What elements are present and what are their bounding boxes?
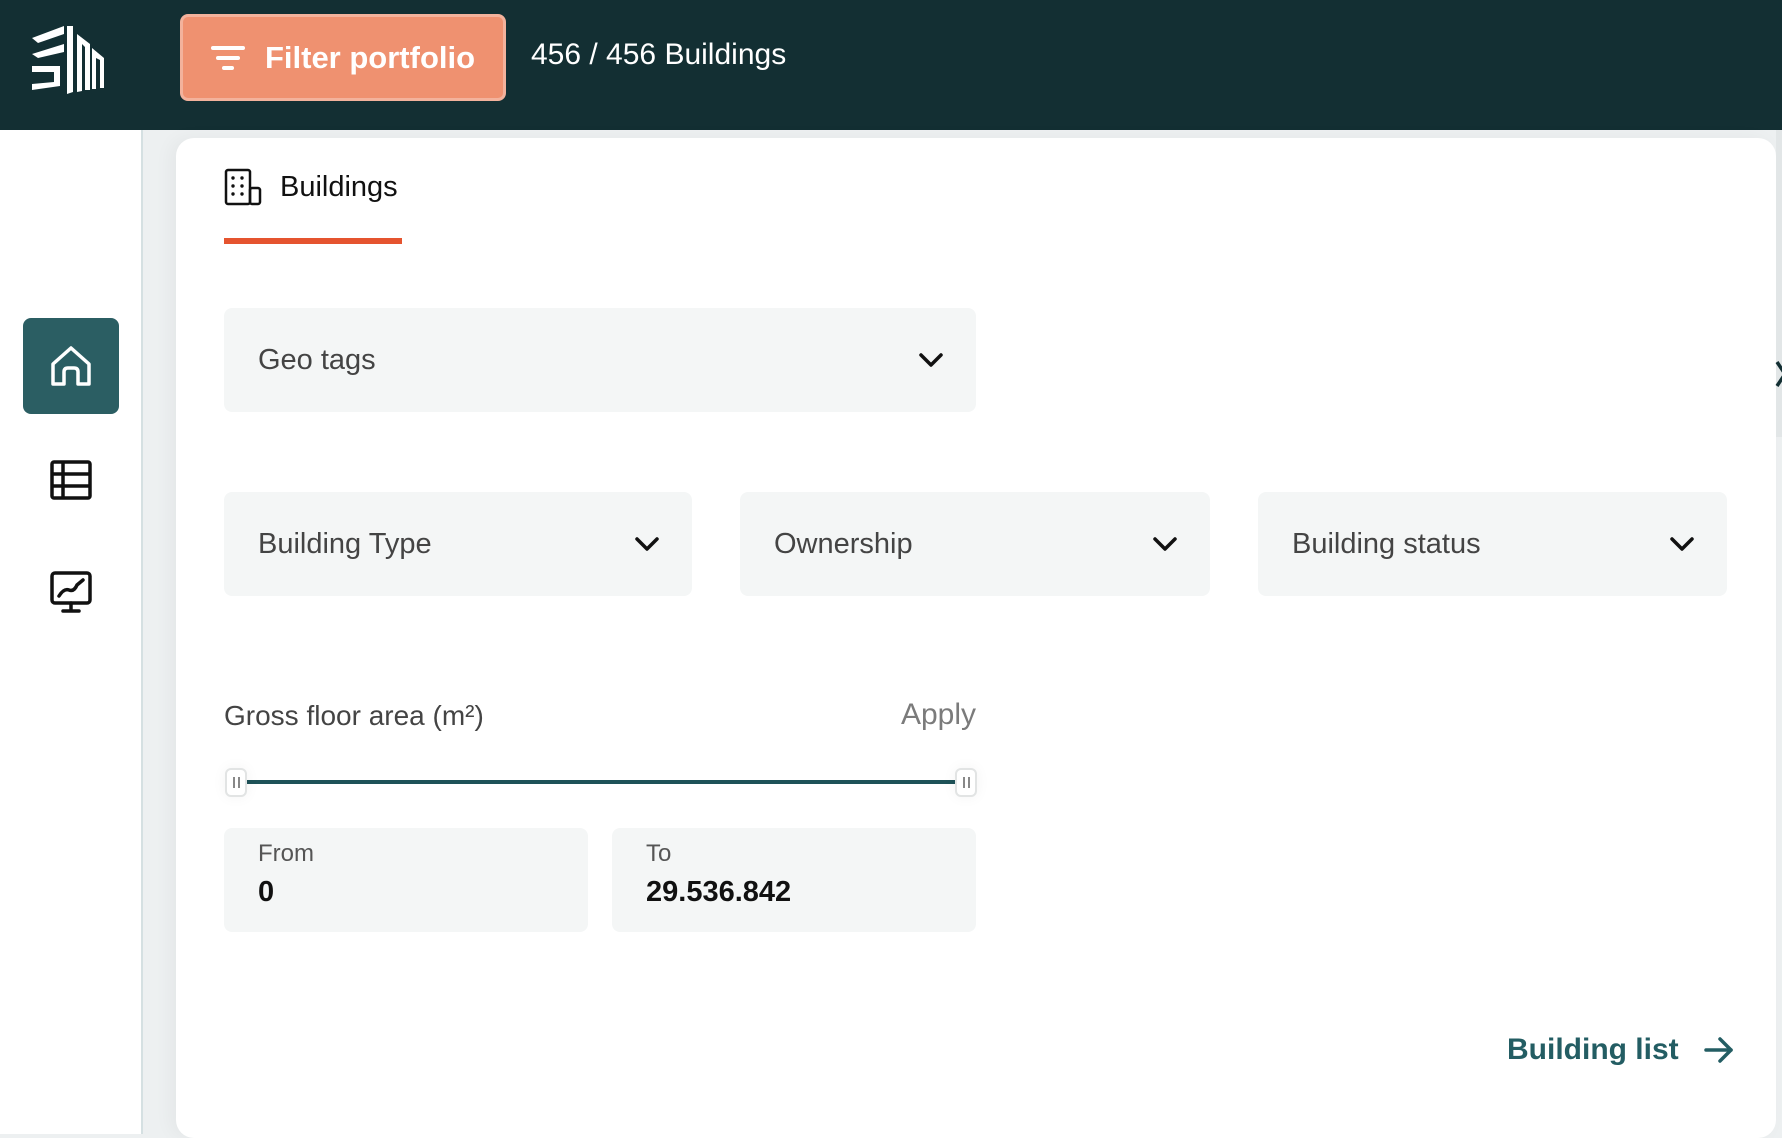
building-type-dropdown[interactable]: Building Type: [224, 492, 692, 596]
chevron-down-icon: [1670, 537, 1694, 551]
close-icon[interactable]: [1775, 360, 1782, 388]
building-icon: [224, 168, 262, 206]
building-type-label: Building Type: [258, 527, 432, 560]
arrow-right-icon: [1703, 1037, 1733, 1063]
to-field[interactable]: To: [612, 828, 976, 932]
from-label: From: [258, 840, 314, 867]
chevron-down-icon: [635, 537, 659, 551]
gross-floor-area-label: Gross floor area (m²): [224, 700, 484, 731]
apply-button[interactable]: Apply: [890, 698, 976, 732]
monitor-chart-icon: [50, 571, 92, 613]
sidebar-item-table[interactable]: [23, 432, 119, 528]
filter-lines-icon: [210, 45, 245, 70]
ownership-dropdown[interactable]: Ownership: [740, 492, 1210, 596]
company-logo[interactable]: [30, 24, 106, 94]
range-slider-max-handle[interactable]: [955, 768, 977, 797]
sidebar-item-analytics[interactable]: [23, 544, 119, 640]
range-slider-min-handle[interactable]: [225, 768, 247, 797]
top-header: Filter portfolio 456 / 456 Buildings: [0, 0, 1782, 130]
range-slider-track[interactable]: [236, 780, 956, 784]
to-label: To: [646, 840, 672, 867]
from-input[interactable]: [258, 876, 554, 909]
building-count: 456 / 456 Buildings: [531, 38, 787, 71]
geo-tags-dropdown[interactable]: Geo tags: [224, 308, 976, 412]
chevron-down-icon: [1153, 537, 1177, 551]
building-list-link[interactable]: Building list: [1507, 1033, 1735, 1067]
building-list-label: Building list: [1507, 1033, 1679, 1066]
from-field[interactable]: From: [224, 828, 588, 932]
to-input[interactable]: [646, 876, 942, 909]
sidebar: [0, 130, 143, 1134]
ownership-label: Ownership: [774, 527, 913, 560]
filter-panel: Buildings Geo tags Building Type Ownersh…: [176, 138, 1776, 1138]
home-icon: [51, 346, 91, 386]
filter-portfolio-button[interactable]: Filter portfolio: [180, 14, 506, 101]
table-icon: [50, 460, 92, 500]
side-panel-edge: [1776, 130, 1782, 437]
tab-buildings[interactable]: Buildings: [224, 168, 398, 206]
tab-buildings-label: Buildings: [280, 170, 398, 203]
building-status-dropdown[interactable]: Building status: [1258, 492, 1727, 596]
filter-portfolio-label: Filter portfolio: [264, 39, 476, 75]
sidebar-item-home[interactable]: [23, 318, 119, 414]
chevron-down-icon: [919, 353, 943, 367]
building-status-label: Building status: [1292, 527, 1481, 560]
active-tab-indicator: [224, 238, 402, 244]
geo-tags-label: Geo tags: [258, 343, 376, 376]
